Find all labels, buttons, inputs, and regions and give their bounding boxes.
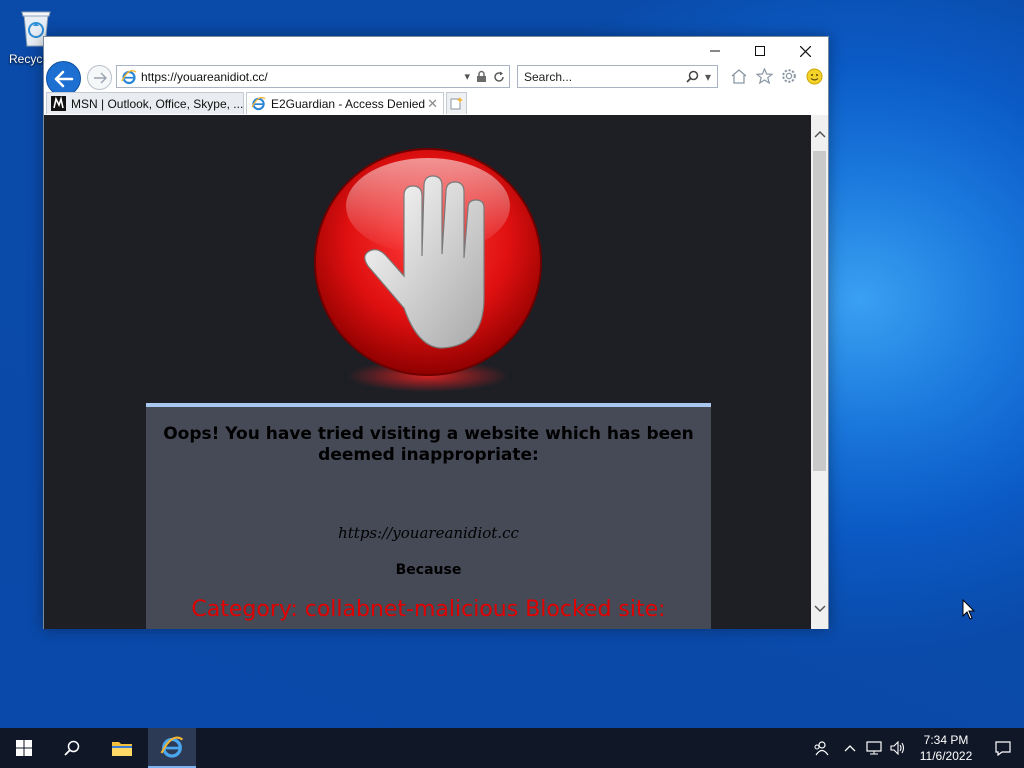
folder-icon xyxy=(112,742,132,756)
browser-window: https://youareanidiot.cc/ ▾ Search... ▾ … xyxy=(43,36,829,629)
tab-label: MSN | Outlook, Office, Skype, ... xyxy=(71,96,244,111)
scroll-thumb[interactable] xyxy=(813,151,826,471)
arrow-right-icon xyxy=(93,72,107,83)
system-tray: 7:34 PM 11/6/2022 xyxy=(804,728,1024,768)
notification-icon xyxy=(995,740,1011,756)
ie-icon xyxy=(160,736,184,758)
tab-label: E2Guardian - Access Denied xyxy=(271,96,426,111)
navigation-bar: https://youareanidiot.cc/ ▾ Search... ▾ xyxy=(44,61,828,96)
taskbar: 7:34 PM 11/6/2022 xyxy=(0,728,1024,768)
favorites-star-icon[interactable] xyxy=(755,67,773,85)
new-tab-icon xyxy=(450,97,463,110)
scroll-down-button[interactable] xyxy=(811,600,828,617)
refresh-icon[interactable] xyxy=(493,71,505,83)
people-icon[interactable] xyxy=(804,728,838,768)
chevron-down-icon[interactable]: ▾ xyxy=(464,70,470,83)
taskbar-search-button[interactable] xyxy=(48,728,96,768)
forward-button[interactable] xyxy=(87,65,112,90)
search-icon[interactable] xyxy=(686,70,699,83)
search-dropdown-icon[interactable]: ▾ xyxy=(705,70,711,84)
clock-date: 11/6/2022 xyxy=(919,749,973,763)
tab-strip: MSN | Outlook, Office, Skype, ... E2Guar… xyxy=(44,92,828,115)
block-reason: Category: collabnet-malicious Blocked si… xyxy=(191,597,666,622)
stop-hand-icon xyxy=(314,148,542,392)
tab-close-icon[interactable]: ✕ xyxy=(427,96,438,112)
internet-explorer-button[interactable] xyxy=(148,728,196,768)
windows-logo-icon xyxy=(16,740,32,756)
access-denied-panel: Oops! You have tried visiting a website … xyxy=(146,403,711,629)
file-explorer-button[interactable] xyxy=(98,728,146,768)
start-button[interactable] xyxy=(0,728,48,768)
clock-time: 7:34 PM xyxy=(923,733,969,747)
new-tab-button[interactable] xyxy=(446,92,467,114)
arrow-left-icon xyxy=(54,70,73,87)
volume-icon[interactable] xyxy=(886,728,910,768)
tab-e2guardian[interactable]: E2Guardian - Access Denied ✕ xyxy=(246,92,444,114)
title-bar[interactable] xyxy=(44,37,828,63)
ie-icon xyxy=(251,96,266,111)
search-icon xyxy=(64,740,80,756)
page-content: Oops! You have tried visiting a website … xyxy=(44,115,811,629)
scroll-up-button[interactable] xyxy=(811,125,828,142)
vertical-scrollbar[interactable] xyxy=(811,115,828,629)
because-label: Because xyxy=(395,562,462,578)
gear-icon[interactable] xyxy=(780,67,798,85)
page-title: Oops! You have tried visiting a website … xyxy=(163,424,694,465)
ie-icon xyxy=(121,69,137,84)
smiley-feedback-icon[interactable] xyxy=(805,67,823,85)
url-text[interactable]: https://youareanidiot.cc/ xyxy=(141,70,464,84)
msn-icon xyxy=(51,96,66,111)
search-box[interactable]: Search... ▾ xyxy=(517,65,718,88)
tab-msn[interactable]: MSN | Outlook, Office, Skype, ... xyxy=(46,92,244,114)
chevron-up-icon xyxy=(813,130,826,138)
search-placeholder[interactable]: Search... xyxy=(518,70,686,84)
chevron-up-icon[interactable] xyxy=(838,728,862,768)
blocked-url: https://youareanidiot.cc xyxy=(338,524,519,542)
action-center-button[interactable] xyxy=(982,728,1024,768)
lock-icon[interactable] xyxy=(476,70,487,83)
system-clock[interactable]: 7:34 PM 11/6/2022 xyxy=(910,732,982,764)
address-bar[interactable]: https://youareanidiot.cc/ ▾ xyxy=(116,65,510,88)
mouse-cursor-icon xyxy=(962,599,976,620)
chevron-down-icon xyxy=(813,604,826,612)
network-icon[interactable] xyxy=(862,728,886,768)
back-button[interactable] xyxy=(46,61,81,96)
home-icon[interactable] xyxy=(730,67,748,85)
